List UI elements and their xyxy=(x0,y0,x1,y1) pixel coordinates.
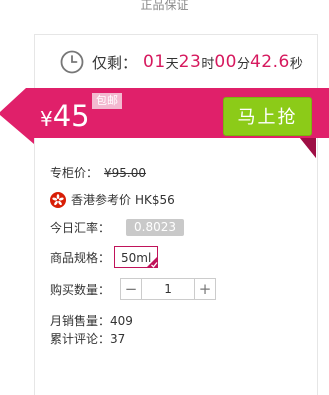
quantity-increase-button[interactable]: + xyxy=(194,279,215,299)
spec-row: 商品规格： 50ml xyxy=(50,246,159,268)
hk-reference-row: 香港参考价 HK$56 xyxy=(50,191,175,208)
quantity-input[interactable] xyxy=(142,279,195,299)
countdown-label: 仅剩： xyxy=(92,53,138,72)
quantity-decrease-button[interactable]: − xyxy=(121,279,143,299)
exchange-rate-value: 0.8023 xyxy=(126,219,185,236)
countdown-minutes: 00 xyxy=(214,52,237,72)
selected-check-icon xyxy=(146,256,159,268)
exchange-rate-row: 今日汇率： 0.8023 xyxy=(50,219,185,236)
countdown-seconds-unit: 秒 xyxy=(289,56,303,72)
hk-reference-label: 香港参考价 xyxy=(71,193,132,207)
guarantee-label: 正品保证 xyxy=(140,0,189,12)
quantity-row: 购买数量： − + xyxy=(50,278,217,300)
spec-label: 商品规格： xyxy=(50,250,111,265)
countdown-days: 01 xyxy=(143,52,166,72)
hk-reference-price: HK$56 xyxy=(135,192,175,207)
total-reviews: 累计评论：37 xyxy=(50,332,126,346)
countdown-days-unit: 天 xyxy=(165,56,179,72)
countdown-timer: 仅剩： 01 天 23 时 00 分 42.6 秒 xyxy=(60,48,303,76)
counter-price-value: ¥95.00 xyxy=(104,165,147,180)
buy-now-button[interactable]: 马上抢 xyxy=(223,97,312,136)
monthly-sales: 月销售量：409 xyxy=(50,314,133,328)
counter-price-label: 专柜价： xyxy=(50,166,99,180)
currency-symbol: ¥ xyxy=(40,107,53,131)
free-shipping-badge: 包邮 xyxy=(92,93,122,109)
quantity-label: 购买数量： xyxy=(50,282,111,297)
clock-icon xyxy=(60,50,84,74)
price-value: 45 xyxy=(52,99,90,133)
counter-price-row: 专柜价： ¥95.00 xyxy=(50,164,146,181)
sale-price: ¥45 xyxy=(40,99,90,133)
hong-kong-flag-icon xyxy=(50,191,66,208)
countdown-minutes-unit: 分 xyxy=(236,56,250,72)
countdown-hours: 23 xyxy=(178,52,202,72)
spec-option-50ml[interactable]: 50ml xyxy=(114,246,159,268)
quantity-stepper: − + xyxy=(120,278,217,300)
countdown-seconds: 42.6 xyxy=(249,52,290,72)
countdown-hours-unit: 时 xyxy=(201,56,215,72)
exchange-rate-label: 今日汇率： xyxy=(50,221,111,235)
